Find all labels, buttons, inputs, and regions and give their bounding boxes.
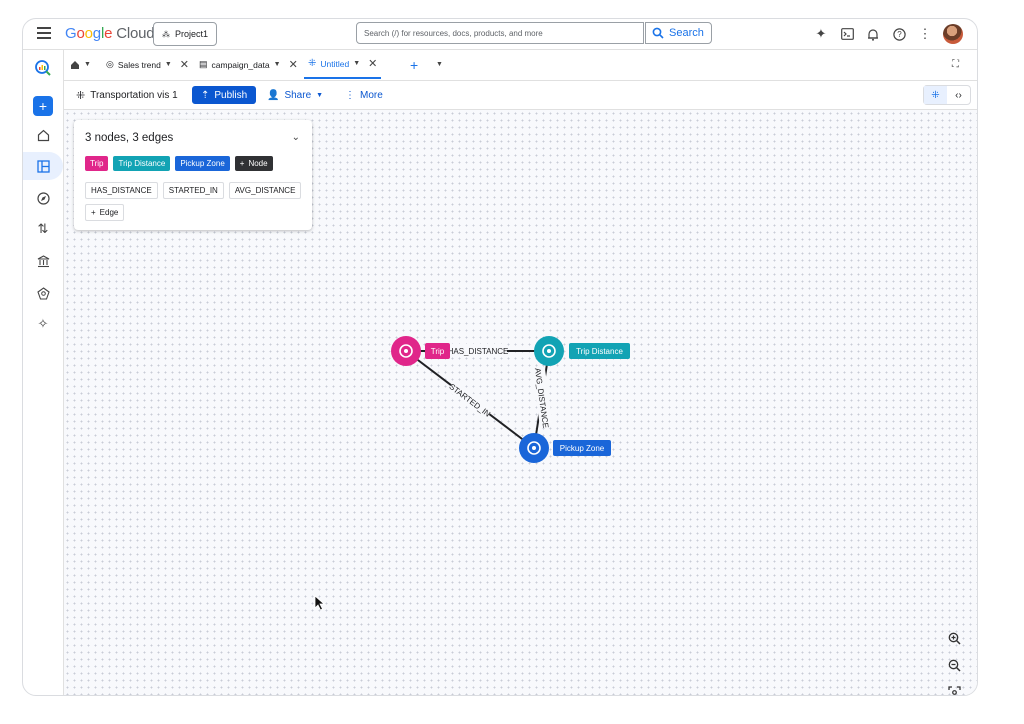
explore-tab-icon: ◎: [106, 59, 114, 69]
more-vert-icon: ⋮: [345, 89, 355, 101]
graph-tab-icon: ⁜: [308, 58, 317, 69]
more-button[interactable]: ⋮ More: [345, 81, 383, 109]
share-person-icon: 👤: [267, 89, 280, 101]
close-icon[interactable]: ✕: [368, 57, 377, 70]
gem-icon[interactable]: [34, 284, 52, 302]
publish-label: Publish: [214, 89, 248, 101]
search-placeholder: Search (/) for resources, docs, products…: [364, 28, 543, 38]
project-picker[interactable]: ⁂ Project1: [153, 22, 218, 46]
node-trip-distance[interactable]: Trip Distance: [534, 336, 630, 366]
graph-view-icon[interactable]: ⁜: [924, 86, 947, 104]
tab-label: Sales trend: [117, 59, 161, 70]
tab-overflow-chevron-icon[interactable]: ▼: [436, 50, 443, 79]
create-new-button[interactable]: +: [33, 96, 53, 116]
project-icon: ⁂: [162, 29, 170, 39]
tab-campaign-data[interactable]: ▤ campaign_data ▼ ✕: [199, 50, 298, 79]
visualization-title-text: Transportation vis 1: [90, 89, 178, 101]
close-icon[interactable]: ✕: [289, 58, 298, 71]
edge-label-has-distance: HAS_DISTANCE: [448, 347, 509, 356]
search-button[interactable]: Search: [645, 22, 712, 44]
search-input[interactable]: Search (/) for resources, docs, products…: [356, 22, 644, 44]
looker-logo-icon[interactable]: [34, 59, 52, 77]
publish-button[interactable]: ⇡ Publish: [192, 86, 257, 104]
share-button[interactable]: 👤 Share ▼: [267, 81, 323, 109]
top-actions: ✦ ? ⋮: [813, 24, 963, 44]
chevron-down-icon[interactable]: ▼: [274, 61, 281, 68]
graph-view: HAS_DISTANCE STARTED_IN AVG_DISTANCE Tri…: [391, 336, 630, 463]
zoom-in-icon[interactable]: [947, 631, 961, 645]
search-button-label: Search: [669, 27, 704, 39]
search-icon: [652, 27, 664, 39]
node-label-trip: Trip: [431, 347, 445, 356]
data-flow-icon[interactable]: ⇅: [34, 220, 52, 238]
more-vert-icon[interactable]: ⋮: [917, 26, 933, 42]
share-label: Share: [284, 89, 312, 101]
google-cloud-logo[interactable]: Google Cloud: [65, 25, 155, 42]
cloud-shell-icon[interactable]: [839, 26, 855, 42]
fullscreen-icon[interactable]: ⛶: [952, 50, 959, 79]
chevron-down-icon[interactable]: ▼: [84, 61, 91, 68]
zoom-out-icon[interactable]: [947, 658, 961, 672]
help-icon[interactable]: ?: [891, 26, 907, 42]
fit-to-screen-icon[interactable]: [947, 685, 961, 695]
explore-compass-icon[interactable]: [34, 189, 52, 207]
add-tab-button[interactable]: +: [410, 50, 418, 79]
node-label-pickup-zone: Pickup Zone: [560, 444, 605, 453]
tab-label: campaign_data: [211, 59, 270, 70]
graph-icon: ⁜: [76, 89, 86, 102]
editor-toolbar: ⁜ Transportation vis 1 ⇡ Publish 👤 Share…: [64, 81, 977, 110]
bank-icon[interactable]: [34, 252, 52, 270]
gemini-sparkle-icon[interactable]: ✦: [813, 26, 829, 42]
dashboard-icon[interactable]: [34, 157, 52, 175]
tab-bar: ▼ ◎ Sales trend ▼ ✕ ▤ campaign_data ▼ ✕ …: [64, 50, 977, 81]
hamburger-menu-icon[interactable]: [37, 27, 51, 39]
more-label: More: [360, 89, 383, 101]
node-label-trip-distance: Trip Distance: [576, 347, 623, 356]
publish-icon: ⇡: [201, 89, 210, 101]
tab-home[interactable]: ▼: [70, 50, 91, 79]
tab-label: Untitled: [320, 58, 350, 69]
view-toggle: ⁜ ‹›: [923, 85, 971, 105]
mouse-cursor-icon: [314, 595, 326, 611]
visualization-title[interactable]: ⁜ Transportation vis 1: [76, 81, 178, 109]
close-icon[interactable]: ✕: [180, 58, 189, 71]
chevron-down-icon[interactable]: ▼: [353, 60, 360, 67]
project-name: Project1: [175, 29, 209, 39]
left-sidebar: + ⇅ ✧: [23, 50, 64, 695]
home-tab-icon: [71, 60, 79, 69]
notifications-bell-icon[interactable]: [865, 26, 881, 42]
edge-label-started-in: STARTED_IN: [447, 382, 492, 419]
chevron-down-icon[interactable]: ▼: [165, 61, 172, 68]
code-view-icon[interactable]: ‹›: [947, 86, 970, 104]
table-tab-icon: ▤: [199, 59, 208, 69]
chevron-down-icon: ▼: [316, 91, 324, 99]
user-avatar[interactable]: [943, 24, 963, 44]
app-window: Google Cloud ⁂ Project1 Search (/) for r…: [22, 18, 978, 696]
home-icon[interactable]: [34, 126, 52, 144]
svg-text:?: ?: [897, 30, 902, 39]
sparkle-ai-icon[interactable]: ✧: [34, 315, 52, 333]
node-pickup-zone[interactable]: Pickup Zone: [519, 433, 611, 463]
tab-untitled[interactable]: ⁜ Untitled ▼ ✕: [304, 50, 382, 79]
tab-sales-trend[interactable]: ◎ Sales trend ▼ ✕: [106, 50, 189, 79]
graph-canvas[interactable]: 3 nodes, 3 edges ⌄ Trip Trip Distance Pi…: [64, 110, 977, 695]
top-bar: Google Cloud ⁂ Project1 Search (/) for r…: [23, 19, 977, 50]
